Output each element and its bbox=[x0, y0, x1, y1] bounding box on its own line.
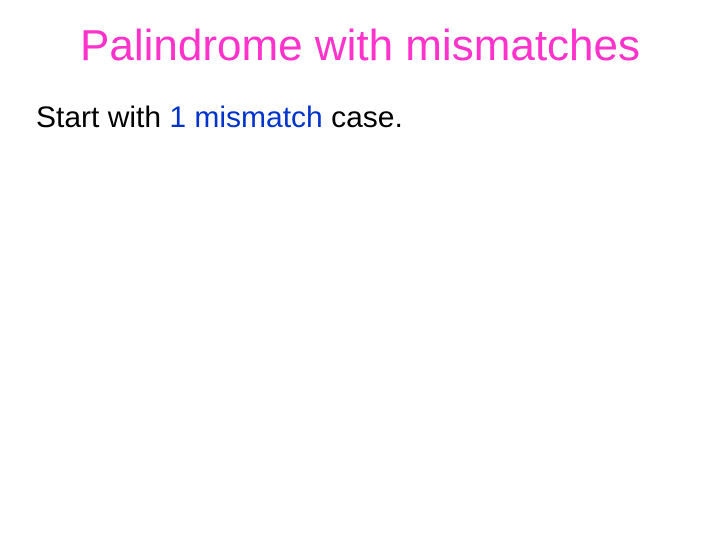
slide-title: Palindrome with mismatches bbox=[0, 22, 720, 70]
body-text-emph: 1 mismatch bbox=[169, 101, 322, 134]
slide-body-line: Start with 1 mismatch case. bbox=[36, 100, 403, 136]
body-text-post: case. bbox=[323, 101, 403, 134]
slide: Palindrome with mismatches Start with 1 … bbox=[0, 0, 720, 540]
body-text-pre: Start with bbox=[36, 101, 169, 134]
